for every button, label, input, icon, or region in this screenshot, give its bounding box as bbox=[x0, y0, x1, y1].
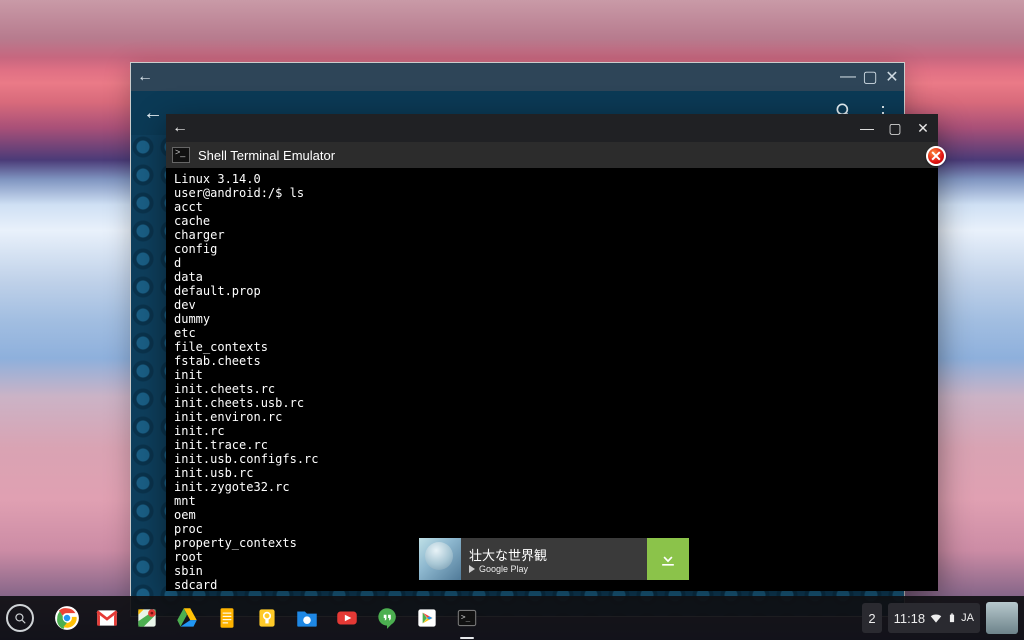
terminal-maximize-icon[interactable]: ▢ bbox=[886, 120, 904, 137]
ad-download-button[interactable] bbox=[647, 538, 689, 580]
ad-text: 壮大な世界観 Google Play bbox=[461, 538, 647, 580]
battery-icon bbox=[947, 611, 957, 625]
app-youtube[interactable] bbox=[330, 601, 364, 635]
terminal-minimize-icon[interactable]: — bbox=[858, 120, 876, 136]
terminal-back-icon[interactable]: ← bbox=[172, 119, 188, 137]
app-terminal[interactable]: >_ bbox=[450, 601, 484, 635]
shelf-left: >_ bbox=[6, 601, 484, 635]
status-tray[interactable]: 11:18 JA bbox=[888, 603, 980, 633]
bg-close-icon[interactable]: ✕ bbox=[886, 71, 898, 83]
app-play[interactable] bbox=[410, 601, 444, 635]
terminal-titlebar[interactable]: ← — ▢ ✕ bbox=[166, 114, 938, 142]
terminal-header: >_ Shell Terminal Emulator ✕ bbox=[166, 142, 938, 168]
nav-back-icon[interactable]: ← bbox=[143, 102, 163, 125]
terminal-output[interactable]: Linux 3.14.0 user@android:/$ ls acct cac… bbox=[166, 168, 938, 591]
terminal-close-icon[interactable]: ✕ bbox=[914, 120, 932, 137]
app-docs[interactable] bbox=[210, 601, 244, 635]
notification-count-value: 2 bbox=[868, 611, 875, 626]
ad-artwork bbox=[419, 538, 461, 580]
shelf-right: 2 11:18 JA bbox=[862, 602, 1018, 634]
clock: 11:18 bbox=[894, 611, 926, 626]
svg-text:>_: >_ bbox=[461, 613, 471, 622]
terminal-title: Shell Terminal Emulator bbox=[198, 148, 335, 163]
shelf: >_ 2 11:18 JA bbox=[0, 596, 1024, 640]
terminal-window: ← — ▢ ✕ >_ Shell Terminal Emulator ✕ Lin… bbox=[166, 114, 938, 591]
bg-minimize-icon[interactable]: — bbox=[842, 71, 854, 83]
app-keep[interactable] bbox=[250, 601, 284, 635]
ad-banner[interactable]: 壮大な世界観 Google Play bbox=[419, 538, 689, 580]
app-chrome[interactable] bbox=[50, 601, 84, 635]
app-hangouts[interactable] bbox=[370, 601, 404, 635]
ad-store-label: Google Play bbox=[479, 564, 528, 574]
ime-indicator: JA bbox=[961, 612, 974, 624]
ad-title: 壮大な世界観 bbox=[469, 545, 639, 564]
bg-window-titlebar[interactable]: ← — ▢ ✕ bbox=[131, 63, 904, 91]
launcher-button[interactable] bbox=[6, 604, 34, 632]
user-avatar[interactable] bbox=[986, 602, 1018, 634]
play-triangle-icon bbox=[469, 565, 475, 573]
notification-count[interactable]: 2 bbox=[862, 603, 881, 633]
app-gmail[interactable] bbox=[90, 601, 124, 635]
close-red-button[interactable]: ✕ bbox=[926, 146, 946, 166]
bg-back-icon[interactable]: ← bbox=[137, 68, 153, 86]
app-drive[interactable] bbox=[170, 601, 204, 635]
terminal-app-icon: >_ bbox=[172, 147, 190, 163]
app-maps[interactable] bbox=[130, 601, 164, 635]
ad-store-line: Google Play bbox=[469, 564, 639, 574]
app-files[interactable] bbox=[290, 601, 324, 635]
bg-maximize-icon[interactable]: ▢ bbox=[864, 71, 876, 83]
wifi-icon bbox=[929, 611, 943, 625]
